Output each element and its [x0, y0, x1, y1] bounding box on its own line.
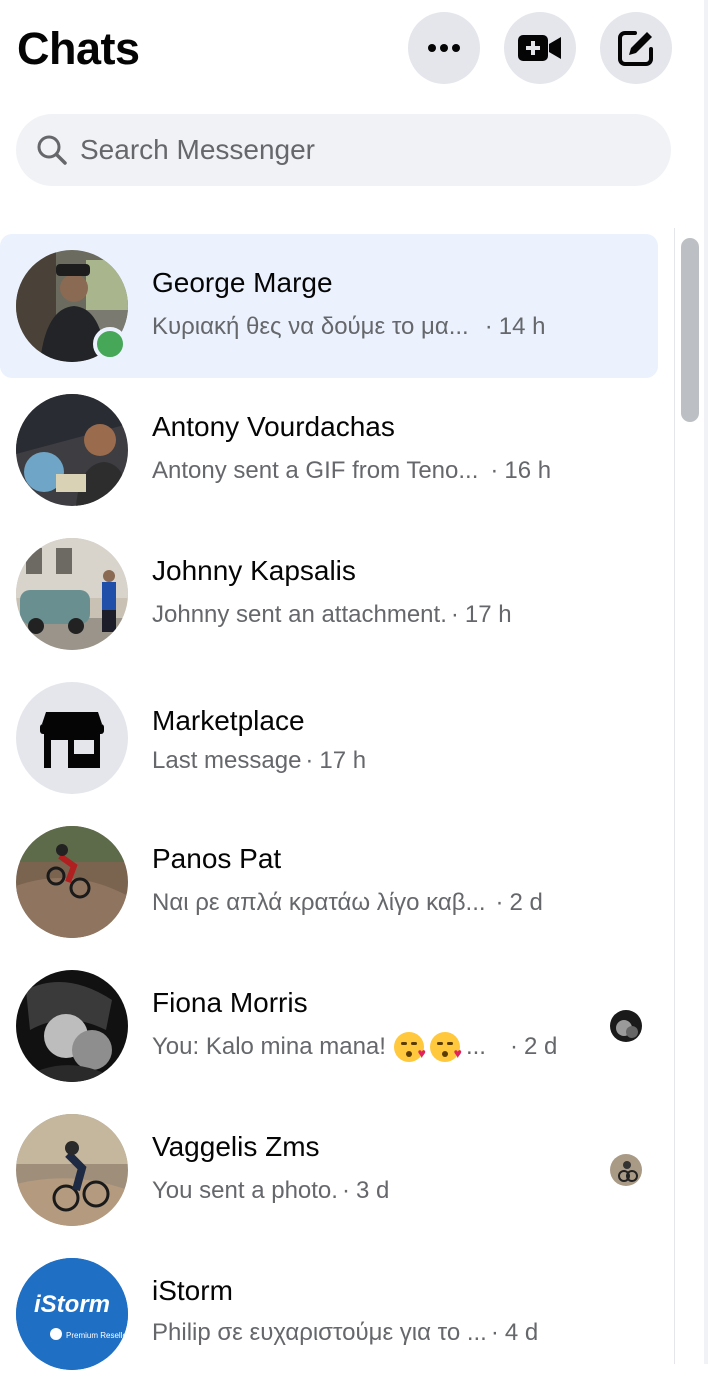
- search-input[interactable]: Search Messenger: [16, 114, 671, 186]
- avatar: [16, 538, 128, 650]
- istorm-logo: iStorm Premium Reseller: [16, 1258, 128, 1370]
- separator-dot: ·: [490, 457, 499, 484]
- preview-text: Antony sent a GIF from Teno...: [152, 457, 479, 484]
- preview-text: Philip σε ευχαριστούμε για το ...: [152, 1319, 487, 1346]
- preview-text: Κυριακή θες να δούμε το μα...: [152, 313, 469, 340]
- avatar: [16, 1114, 128, 1226]
- chat-preview: Johnny sent an attachment. · 17 h: [152, 600, 512, 630]
- chat-preview: Κυριακή θες να δούμε το μα... · 14 h: [152, 312, 545, 342]
- chat-name: Fiona Morris: [152, 987, 308, 1018]
- chat-row-antony-vourdachas[interactable]: Antony Vourdachas Antony sent a GIF from…: [0, 378, 658, 522]
- chat-name: Vaggelis Zms: [152, 1131, 320, 1162]
- chat-row-vaggelis-zms[interactable]: Vaggelis Zms You sent a photo. · 3 d: [0, 1098, 658, 1242]
- kiss-emoji-icon: ♥: [393, 1032, 426, 1062]
- chat-name: iStorm: [152, 1275, 233, 1306]
- chat-time: 17 h: [464, 601, 512, 628]
- chat-time: 17 h: [319, 747, 367, 774]
- new-message-button[interactable]: [600, 12, 672, 84]
- separator-dot: ·: [490, 1319, 499, 1346]
- chat-preview: Ναι ρε απλά κρατάω λίγο καβ... · 2 d: [152, 888, 543, 918]
- preview-text: Ναι ρε απλά κρατάω λίγο καβ...: [152, 889, 486, 916]
- chat-preview: Last message · 17 h: [152, 746, 366, 776]
- compose-icon: [618, 31, 653, 66]
- chat-name: George Marge: [152, 267, 333, 298]
- preview-text: Johnny sent an attachment.: [152, 601, 447, 628]
- window-edge: [704, 0, 708, 1364]
- chat-name: Panos Pat: [152, 843, 282, 874]
- avatar: [16, 826, 128, 938]
- chat-name: Johnny Kapsalis: [152, 555, 356, 586]
- avatar: iStorm Premium Reseller: [16, 1258, 128, 1370]
- chat-row-johnny-kapsalis[interactable]: Johnny Kapsalis Johnny sent an attachmen…: [0, 522, 658, 666]
- more-options-button[interactable]: [408, 12, 480, 84]
- seen-avatar: [610, 1010, 642, 1042]
- chat-row-marketplace[interactable]: Marketplace Last message · 17 h: [0, 666, 658, 810]
- chat-row-george-marge[interactable]: George Marge Κυριακή θες να δούμε το μα.…: [0, 234, 658, 378]
- preview-text: You: Kalo mina mana!: [152, 1033, 386, 1060]
- avatar: [16, 394, 128, 506]
- avatar: [16, 682, 128, 794]
- chat-time: 2 d: [509, 889, 543, 916]
- scrollbar-thumb[interactable]: [681, 238, 699, 422]
- chat-preview: You: Kalo mina mana! ♥ ♥ ... · 2 d: [152, 1032, 557, 1062]
- chat-name: Marketplace: [152, 705, 305, 736]
- online-status-indicator: [93, 327, 127, 361]
- chat-name: Antony Vourdachas: [152, 411, 395, 442]
- chat-preview: You sent a photo. · 3 d: [152, 1176, 389, 1206]
- chat-row-fiona-morris[interactable]: Fiona Morris You: Kalo mina mana! ♥ ♥ ..…: [0, 954, 658, 1098]
- chat-row-istorm[interactable]: iStorm Premium Reseller iStorm Philip σε…: [0, 1242, 658, 1386]
- kiss-emoji-icon: ♥: [429, 1032, 462, 1062]
- seen-avatar: [610, 1154, 642, 1186]
- chat-time: 2 d: [523, 1033, 558, 1060]
- chat-time: 3 d: [355, 1177, 390, 1204]
- preview-ellipsis: ...: [465, 1033, 486, 1060]
- preview-text: Last message: [152, 747, 302, 774]
- chat-preview: Antony sent a GIF from Teno... · 16 h: [152, 456, 551, 486]
- separator-dot: ·: [509, 1033, 518, 1060]
- chat-time: 14 h: [498, 313, 546, 340]
- search-placeholder: Search Messenger: [80, 134, 316, 165]
- separator-dot: ·: [450, 601, 459, 628]
- marketplace-store-icon: [40, 712, 104, 768]
- separator-dot: ·: [495, 889, 504, 916]
- separator-dot: ·: [305, 747, 314, 774]
- chat-time: 16 h: [504, 457, 552, 484]
- preview-text: You sent a photo.: [152, 1177, 338, 1204]
- new-video-call-button[interactable]: [504, 12, 576, 84]
- logo-subtext: Premium Reseller: [66, 1331, 128, 1340]
- more-horizontal-icon: [428, 44, 460, 52]
- chat-time: 4 d: [504, 1319, 539, 1346]
- search-icon: [37, 135, 67, 165]
- avatar: [16, 970, 128, 1082]
- video-call-icon: [518, 35, 561, 61]
- logo-text: iStorm: [34, 1291, 110, 1318]
- chat-preview: Philip σε ευχαριστούμε για το ... · 4 d: [152, 1318, 538, 1348]
- scrollbar-track: [674, 228, 675, 1364]
- separator-dot: ·: [341, 1177, 350, 1204]
- separator-dot: ·: [484, 313, 493, 340]
- chat-row-panos-pat[interactable]: Panos Pat Ναι ρε απλά κρατάω λίγο καβ...…: [0, 810, 658, 954]
- page-title: Chats: [17, 23, 140, 74]
